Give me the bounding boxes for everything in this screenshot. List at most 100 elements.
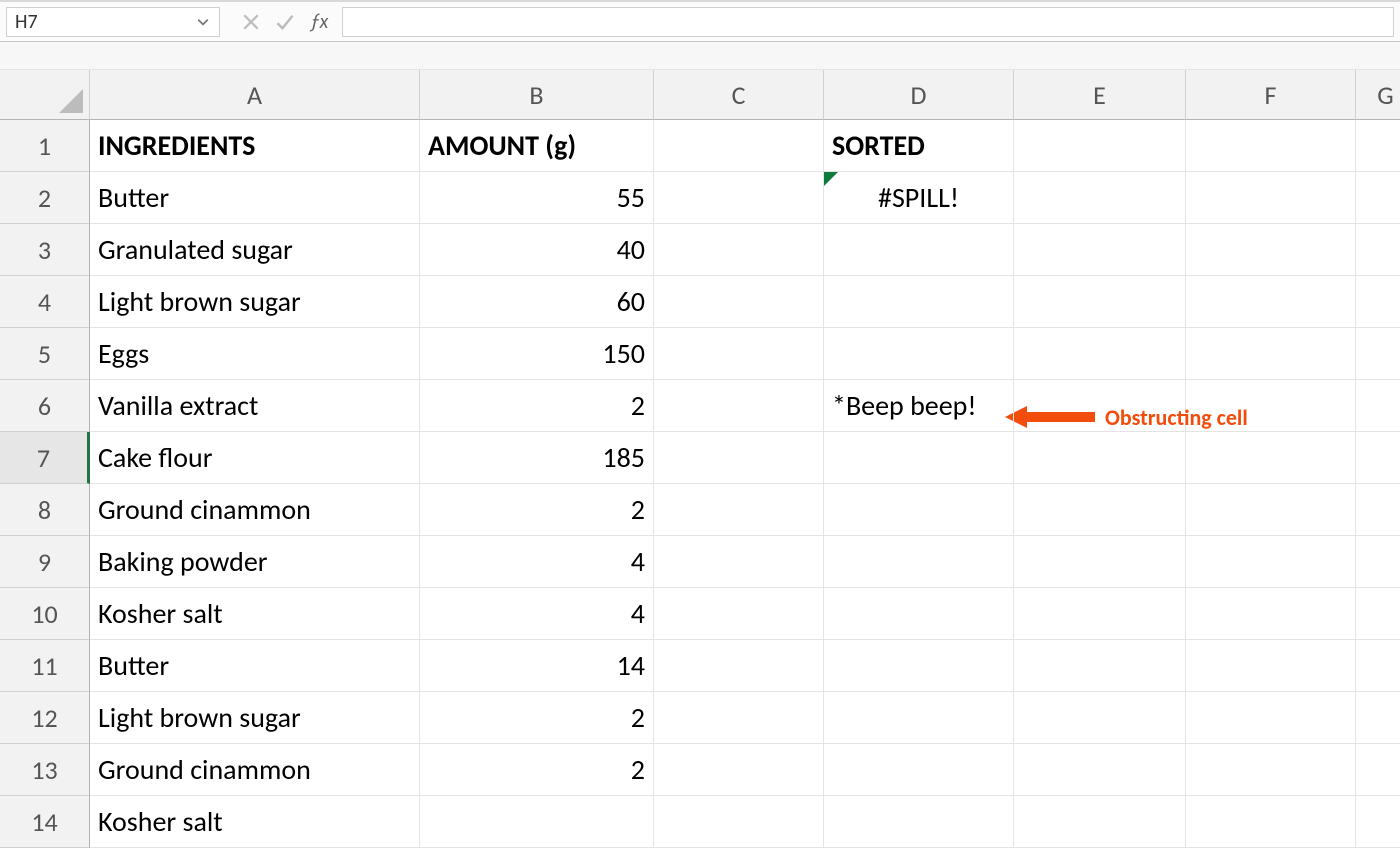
cell[interactable]: Light brown sugar bbox=[90, 276, 420, 328]
cell[interactable] bbox=[1014, 796, 1186, 848]
cell[interactable] bbox=[1356, 276, 1400, 328]
cell[interactable] bbox=[1356, 536, 1400, 588]
cell[interactable] bbox=[1356, 796, 1400, 848]
cell[interactable] bbox=[1186, 692, 1356, 744]
cell[interactable] bbox=[824, 224, 1014, 276]
cell[interactable]: Vanilla extract bbox=[90, 380, 420, 432]
row-header-12[interactable]: 12 bbox=[0, 692, 90, 744]
cell[interactable] bbox=[654, 744, 824, 796]
cell[interactable] bbox=[1186, 640, 1356, 692]
cell[interactable] bbox=[1014, 432, 1186, 484]
cell[interactable] bbox=[654, 120, 824, 172]
cell[interactable]: 2 bbox=[420, 692, 654, 744]
cell[interactable] bbox=[1186, 224, 1356, 276]
row-header-1[interactable]: 1 bbox=[0, 120, 90, 172]
cell[interactable] bbox=[1186, 588, 1356, 640]
row-header-4[interactable]: 4 bbox=[0, 276, 90, 328]
cell[interactable] bbox=[824, 640, 1014, 692]
cell[interactable] bbox=[1356, 172, 1400, 224]
cell[interactable] bbox=[654, 484, 824, 536]
cell[interactable] bbox=[1014, 172, 1186, 224]
cell[interactable] bbox=[654, 276, 824, 328]
cell[interactable] bbox=[1356, 588, 1400, 640]
cell[interactable] bbox=[654, 692, 824, 744]
row-header-13[interactable]: 13 bbox=[0, 744, 90, 796]
cell[interactable] bbox=[1356, 328, 1400, 380]
cell[interactable] bbox=[654, 380, 824, 432]
cell[interactable]: Baking powder bbox=[90, 536, 420, 588]
cell[interactable]: 2 bbox=[420, 744, 654, 796]
cell[interactable] bbox=[1356, 224, 1400, 276]
cell[interactable]: Ground cinammon bbox=[90, 744, 420, 796]
row-header-5[interactable]: 5 bbox=[0, 328, 90, 380]
cell[interactable]: Ground cinammon bbox=[90, 484, 420, 536]
cell[interactable]: Kosher salt bbox=[90, 588, 420, 640]
cancel-formula-button[interactable] bbox=[234, 5, 268, 39]
cell[interactable] bbox=[1186, 432, 1356, 484]
row-header-10[interactable]: 10 bbox=[0, 588, 90, 640]
cell[interactable]: 185 bbox=[420, 432, 654, 484]
cell[interactable] bbox=[1186, 536, 1356, 588]
cell[interactable] bbox=[1186, 796, 1356, 848]
cell[interactable] bbox=[1186, 328, 1356, 380]
cell[interactable] bbox=[654, 328, 824, 380]
row-header-6[interactable]: 6 bbox=[0, 380, 90, 432]
cell[interactable] bbox=[824, 484, 1014, 536]
cell[interactable] bbox=[1014, 640, 1186, 692]
cell[interactable] bbox=[654, 588, 824, 640]
row-header-3[interactable]: 3 bbox=[0, 224, 90, 276]
cell[interactable] bbox=[1186, 276, 1356, 328]
cell[interactable] bbox=[1356, 692, 1400, 744]
cell[interactable]: Granulated sugar bbox=[90, 224, 420, 276]
cell[interactable] bbox=[1014, 276, 1186, 328]
cell[interactable]: 14 bbox=[420, 640, 654, 692]
cell[interactable]: 60 bbox=[420, 276, 654, 328]
cell[interactable]: 40 bbox=[420, 224, 654, 276]
cell[interactable]: Kosher salt bbox=[90, 796, 420, 848]
cell[interactable] bbox=[1014, 380, 1186, 432]
cell[interactable] bbox=[654, 172, 824, 224]
name-box[interactable]: H7 bbox=[6, 7, 220, 37]
cell[interactable] bbox=[420, 796, 654, 848]
cell[interactable] bbox=[1356, 120, 1400, 172]
cell[interactable]: AMOUNT (g) bbox=[420, 120, 654, 172]
cell[interactable]: Butter bbox=[90, 640, 420, 692]
row-header-14[interactable]: 14 bbox=[0, 796, 90, 848]
cell[interactable] bbox=[1186, 744, 1356, 796]
cell[interactable] bbox=[824, 588, 1014, 640]
column-header-B[interactable]: B bbox=[420, 70, 654, 120]
row-header-11[interactable]: 11 bbox=[0, 640, 90, 692]
cell[interactable]: 4 bbox=[420, 536, 654, 588]
row-header-8[interactable]: 8 bbox=[0, 484, 90, 536]
cell[interactable] bbox=[654, 796, 824, 848]
formula-input[interactable] bbox=[342, 7, 1394, 37]
cell[interactable] bbox=[654, 640, 824, 692]
cell[interactable]: #SPILL! bbox=[824, 172, 1014, 224]
cell[interactable] bbox=[824, 796, 1014, 848]
cell[interactable] bbox=[824, 276, 1014, 328]
cell[interactable]: 2 bbox=[420, 484, 654, 536]
column-header-E[interactable]: E bbox=[1014, 70, 1186, 120]
cell[interactable] bbox=[1356, 640, 1400, 692]
column-header-A[interactable]: A bbox=[90, 70, 420, 120]
cell[interactable]: Butter bbox=[90, 172, 420, 224]
cell[interactable] bbox=[1356, 484, 1400, 536]
cell[interactable] bbox=[654, 536, 824, 588]
cell[interactable] bbox=[824, 328, 1014, 380]
row-header-2[interactable]: 2 bbox=[0, 172, 90, 224]
cell[interactable] bbox=[824, 536, 1014, 588]
cell[interactable] bbox=[824, 744, 1014, 796]
cell[interactable] bbox=[1014, 328, 1186, 380]
row-header-7[interactable]: 7 bbox=[0, 432, 90, 484]
cell[interactable] bbox=[654, 224, 824, 276]
cell[interactable]: Eggs bbox=[90, 328, 420, 380]
cell[interactable] bbox=[1014, 224, 1186, 276]
cell[interactable]: 2 bbox=[420, 380, 654, 432]
cell[interactable] bbox=[1014, 588, 1186, 640]
cell[interactable] bbox=[1186, 120, 1356, 172]
accept-formula-button[interactable] bbox=[268, 5, 302, 39]
cell[interactable]: 4 bbox=[420, 588, 654, 640]
cell[interactable] bbox=[1356, 380, 1400, 432]
chevron-down-icon[interactable] bbox=[197, 15, 211, 29]
cell[interactable] bbox=[1186, 380, 1356, 432]
